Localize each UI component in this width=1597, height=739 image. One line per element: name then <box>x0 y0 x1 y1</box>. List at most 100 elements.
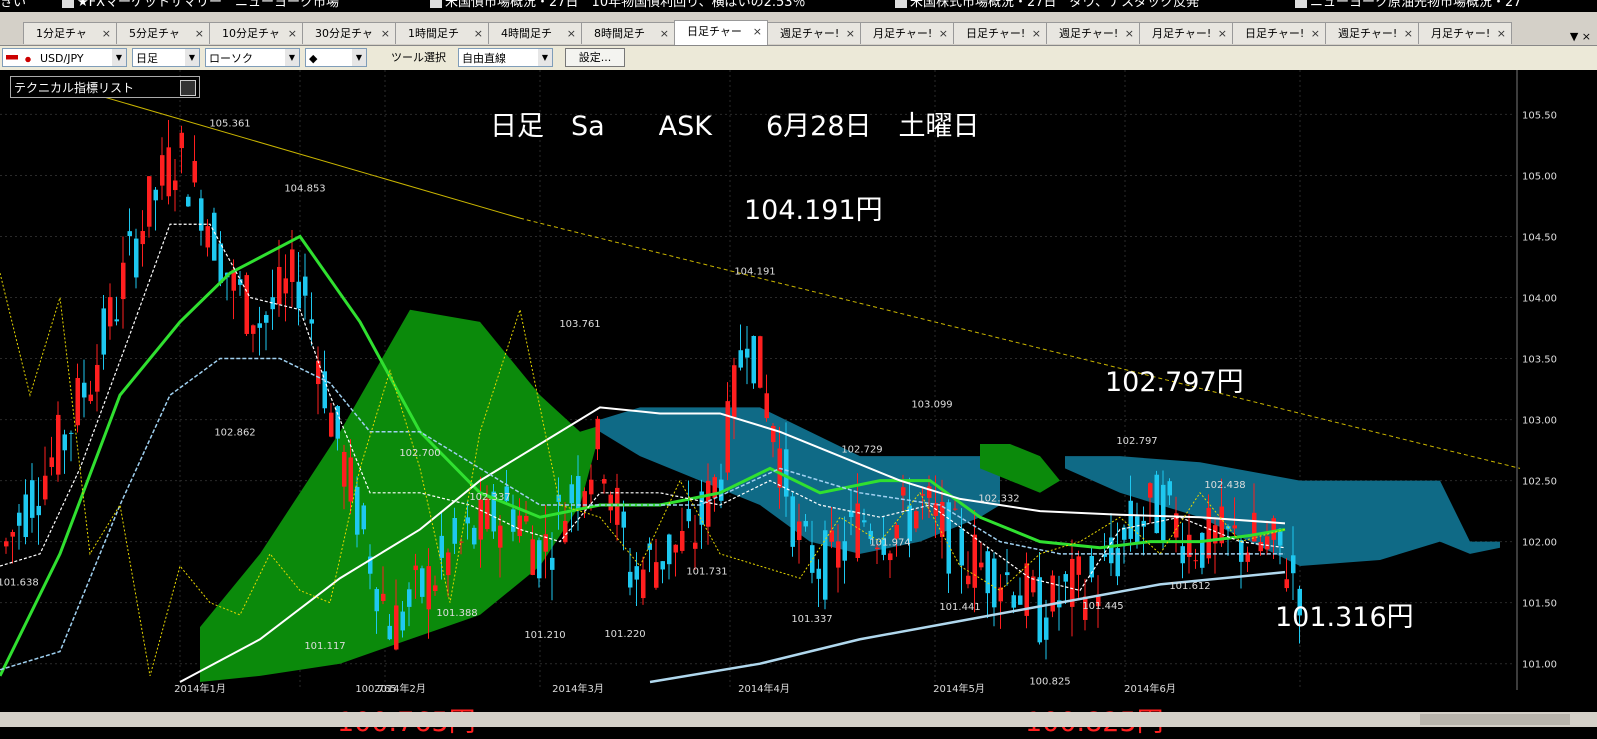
tab-label: 10分足チャ <box>222 27 280 40</box>
price-label: 102.332 <box>978 493 1019 504</box>
candle <box>758 336 763 388</box>
candle <box>290 249 295 282</box>
tab-label: 週足チャー! <box>780 27 840 40</box>
window-icon[interactable] <box>180 80 196 96</box>
news-icon <box>895 0 907 8</box>
candle <box>1167 481 1172 496</box>
close-icon[interactable]: × <box>381 23 390 44</box>
candle <box>88 394 93 402</box>
candle <box>400 611 405 631</box>
candle <box>199 198 204 231</box>
ticker-item[interactable]: ★FXマーケットサマリー ニューヨーク市場 <box>62 0 339 9</box>
ticker-item[interactable]: ニューヨーク原油先物市場概況・27 <box>1295 0 1522 9</box>
y-tick-label: 105.00 <box>1522 171 1557 182</box>
candle <box>1037 577 1042 643</box>
close-icon[interactable]: × <box>567 23 576 44</box>
tab-nav-controls[interactable]: ▼ × <box>1570 30 1591 43</box>
tab-9[interactable]: 月足チャー! × <box>860 22 954 44</box>
y-tick-label: 104.00 <box>1522 294 1557 305</box>
candle <box>914 511 919 529</box>
y-tick-label: 103.50 <box>1522 355 1557 366</box>
settings-button[interactable]: 設定... <box>565 48 625 67</box>
tab-4[interactable]: 1時間足チ × <box>395 22 489 44</box>
close-icon[interactable]: × <box>102 23 111 44</box>
candle <box>446 552 451 576</box>
chart-toolbar: USD/JPY ▼ 日足 ▼ ローソク ▼ ◆ ▼ ツール選択 自由直線 ▼ 設… <box>0 46 1597 71</box>
price-label: 105.361 <box>209 119 250 130</box>
close-icon[interactable]: × <box>846 23 855 44</box>
candle <box>621 511 626 528</box>
chart-area[interactable]: 105.50 105.00 104.50 104.00 103.50 103.00 102.… <box>0 70 1597 739</box>
price-label: 104.853 <box>284 183 325 194</box>
close-icon[interactable]: × <box>1218 23 1227 44</box>
candle <box>49 457 54 467</box>
tab-7[interactable]: 日足チャー × <box>674 20 768 45</box>
scroll-thumb[interactable] <box>1420 714 1570 725</box>
tab-1[interactable]: 5分足チャ × <box>116 22 210 44</box>
tab-10[interactable]: 日足チャー! × <box>953 22 1047 44</box>
candle <box>790 496 795 547</box>
last-callout: 101.316円 <box>1275 602 1414 633</box>
tab-8[interactable]: 週足チャー! × <box>767 22 861 44</box>
close-icon[interactable]: × <box>660 23 669 44</box>
ticker-item[interactable]: きい <box>0 0 26 9</box>
tab-0[interactable]: 1分足チャ × <box>23 22 117 44</box>
price-label: 100.825 <box>1029 676 1070 687</box>
close-icon[interactable]: × <box>1125 23 1134 44</box>
tab-2[interactable]: 10分足チャ × <box>209 22 303 44</box>
close-icon[interactable]: × <box>753 21 762 43</box>
tab-label: 日足チャー <box>687 25 742 38</box>
ticker-item[interactable]: 米国株式市場概況・27日 ダウ、ナスダック反発 <box>895 0 1199 9</box>
tab-6[interactable]: 8時間足チ × <box>581 22 675 44</box>
close-icon[interactable]: × <box>474 23 483 44</box>
horizontal-scrollbar[interactable] <box>0 712 1597 727</box>
ticker-item[interactable]: 米国債市場概況・27日 10年物国債利回り、横ばいの2.53％ <box>430 0 806 9</box>
candle <box>374 589 379 612</box>
price-label: 101.210 <box>524 630 565 641</box>
tab-label: 5分足チャ <box>129 27 180 40</box>
close-icon[interactable]: × <box>1311 23 1320 44</box>
close-icon[interactable]: × <box>1404 23 1413 44</box>
tab-14[interactable]: 週足チャー! × <box>1325 22 1419 44</box>
y-tick-label: 102.00 <box>1522 538 1557 549</box>
tab-11[interactable]: 週足チャー! × <box>1046 22 1140 44</box>
candle <box>966 575 971 585</box>
marker-select[interactable]: ◆ ▼ <box>305 48 367 67</box>
period-select[interactable]: 日足 ▼ <box>132 48 200 67</box>
chevron-down-icon: ▼ <box>112 49 126 66</box>
tab-15[interactable]: 月足チャー! × <box>1418 22 1512 44</box>
candle <box>1148 483 1153 498</box>
tab-5[interactable]: 4時間足チ × <box>488 22 582 44</box>
candle <box>634 566 639 580</box>
candle <box>381 593 386 601</box>
tab-3[interactable]: 30分足チャ × <box>302 22 396 44</box>
chevron-down-icon: ▼ <box>352 49 366 66</box>
candle <box>212 212 217 261</box>
price-label: 100.765 <box>355 684 396 695</box>
close-icon[interactable]: × <box>288 23 297 44</box>
close-icon[interactable]: × <box>1032 23 1041 44</box>
candle <box>959 528 964 566</box>
close-icon[interactable]: × <box>195 23 204 44</box>
tab-label: 月足チャー! <box>1431 27 1491 40</box>
candle <box>413 565 418 571</box>
chart-type-select[interactable]: ローソク ▼ <box>205 48 300 67</box>
candle <box>1206 507 1211 559</box>
price-label: 103.099 <box>911 399 952 410</box>
symbol-select[interactable]: USD/JPY ▼ <box>2 48 127 67</box>
candle <box>244 275 249 334</box>
close-icon[interactable]: × <box>1497 23 1506 44</box>
tab-12[interactable]: 月足チャー! × <box>1139 22 1233 44</box>
tab-13[interactable]: 日足チャー! × <box>1232 22 1326 44</box>
technical-indicator-list[interactable]: テクニカル指標リスト <box>10 76 200 98</box>
candle <box>127 231 132 237</box>
tool-select[interactable]: 自由直線 ▼ <box>458 48 553 67</box>
candle <box>75 378 80 426</box>
candle <box>1089 555 1094 578</box>
close-icon[interactable]: × <box>939 23 948 44</box>
news-icon <box>62 0 74 8</box>
candle <box>628 571 633 588</box>
candle <box>1258 542 1263 552</box>
candle <box>140 231 145 245</box>
candle <box>121 262 126 300</box>
